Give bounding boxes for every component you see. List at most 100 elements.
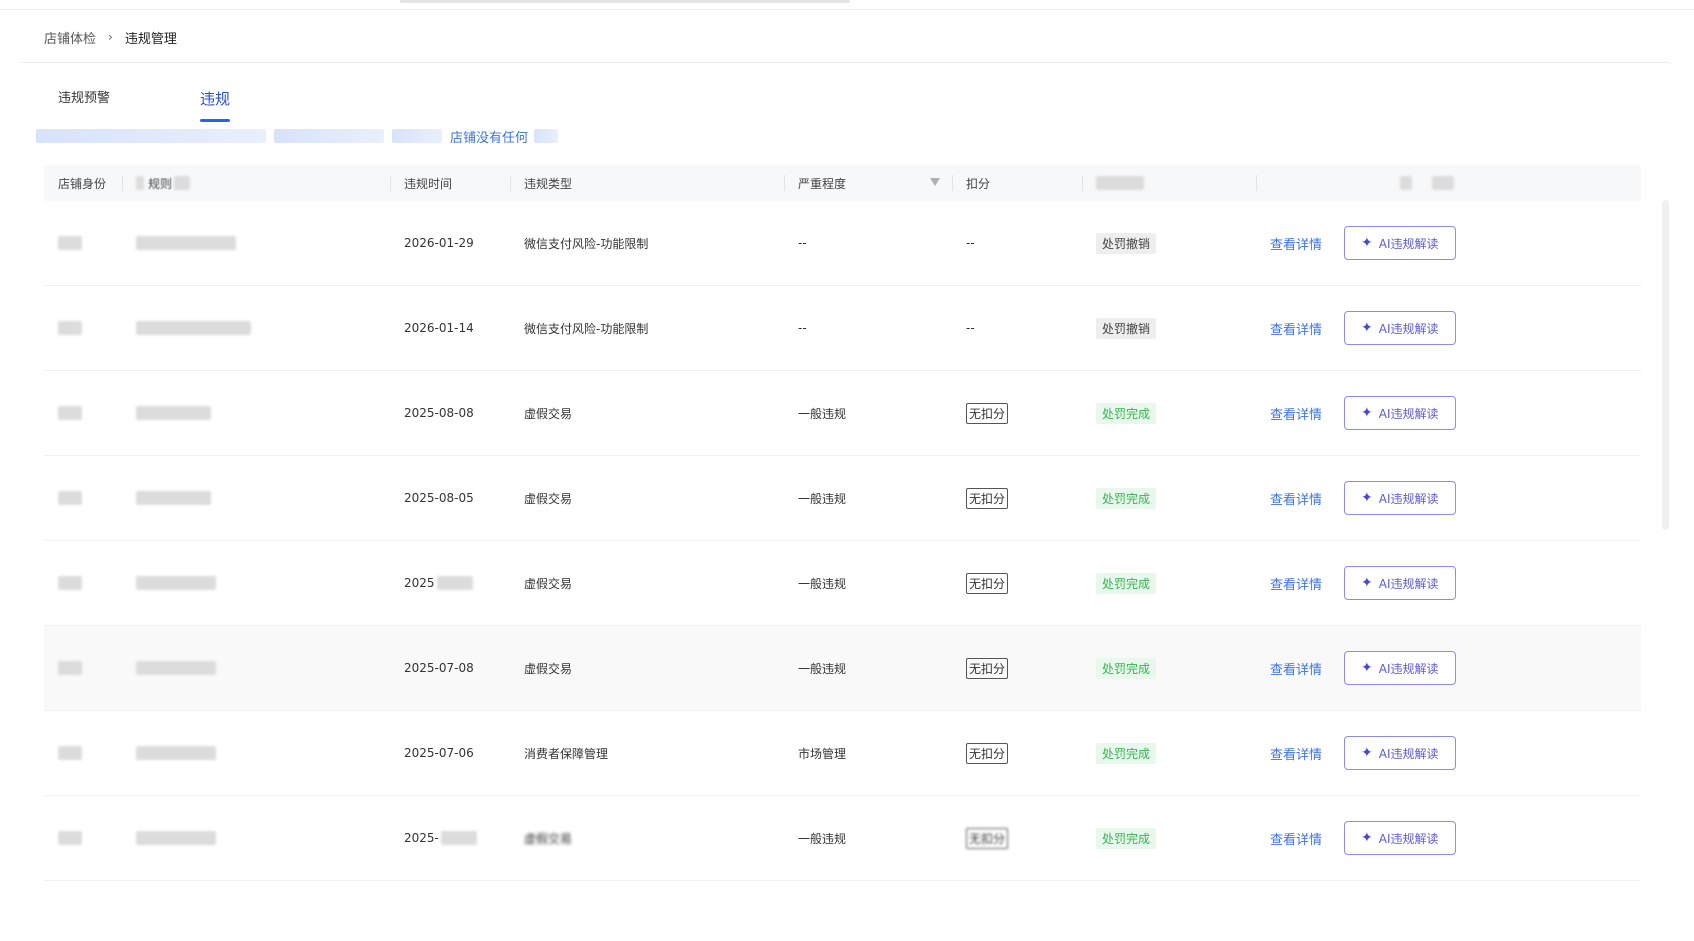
violation-time: 2025-08-05 [404, 491, 474, 505]
tab-bar: 违规预警 违规 [58, 86, 320, 122]
blurred-identity [58, 491, 82, 505]
score-badge: 无扣分 [966, 827, 1009, 849]
score-badge: 无扣分 [966, 402, 1009, 424]
blurred-rule-name [136, 661, 216, 675]
tab-violation-warning[interactable]: 违规预警 [58, 86, 110, 122]
breadcrumb-current: 违规管理 [124, 31, 177, 47]
col-header-actions [1256, 165, 1641, 201]
violation-type: 虚假交易 [524, 406, 573, 421]
sparkle-icon: ✦ [1361, 660, 1373, 676]
status-badge: 处罚完成 [1096, 402, 1157, 424]
sparkle-icon: ✦ [1361, 235, 1373, 251]
severity: 一般违规 [798, 491, 847, 506]
breadcrumb-parent-link[interactable]: 店铺体检 [44, 28, 96, 47]
table-header: 店铺身份 规则 违规时间 违规类型 严重程度 扣分 [44, 165, 1641, 201]
blurred-notice-text [36, 129, 266, 143]
severity: 一般违规 [798, 831, 847, 846]
view-detail-link[interactable]: 查看详情 [1270, 829, 1322, 848]
col-header-type: 违规类型 [510, 165, 784, 201]
severity: -- [798, 236, 807, 250]
sparkle-icon: ✦ [1361, 405, 1373, 421]
blurred-identity [58, 661, 82, 675]
top-bar [0, 0, 1694, 10]
ai-interpret-button[interactable]: ✦ AI违规解读 [1344, 821, 1456, 855]
col-header-severity[interactable]: 严重程度 [784, 165, 952, 201]
blurred-identity [58, 746, 82, 760]
ai-interpret-button[interactable]: ✦ AI违规解读 [1344, 736, 1456, 770]
violation-type: 虚假交易 [524, 831, 573, 846]
severity: 市场管理 [798, 746, 847, 761]
sparkle-icon: ✦ [1361, 490, 1373, 506]
notice-banner: 店铺没有任何 [36, 126, 606, 146]
violation-time: 2025-08-08 [404, 406, 474, 420]
blurred-identity [58, 406, 82, 420]
blurred-rule-name [136, 831, 216, 845]
view-detail-link[interactable]: 查看详情 [1270, 404, 1322, 423]
ai-interpret-button[interactable]: ✦ AI违规解读 [1344, 481, 1456, 515]
blurred-rule-name [136, 321, 251, 335]
view-detail-link[interactable]: 查看详情 [1270, 319, 1322, 338]
view-detail-link[interactable]: 查看详情 [1270, 574, 1322, 593]
blurred-header-text [174, 176, 191, 190]
blurred-rule-name [136, 406, 211, 420]
violation-time: 2026-01-14 [404, 321, 474, 335]
blurred-header-text [1400, 176, 1412, 190]
table-row: 2026-01-29 微信支付风险-功能限制 -- -- 处罚撤销 查看详情 ✦… [44, 201, 1641, 286]
score-badge: 无扣分 [966, 487, 1009, 509]
col-header-time: 违规时间 [390, 165, 510, 201]
blurred-rule-name [136, 576, 216, 590]
ai-interpret-button[interactable]: ✦ AI违规解读 [1344, 226, 1456, 260]
col-header-name: 规则 [122, 165, 390, 201]
violation-time: 2025-07-06 [404, 746, 474, 760]
table-row: 2025-07-06 消费者保障管理 市场管理 无扣分 处罚完成 查看详情 ✦ A… [44, 711, 1641, 796]
violation-type: 微信支付风险-功能限制 [524, 321, 649, 336]
view-detail-link[interactable]: 查看详情 [1270, 659, 1322, 678]
violation-time: 2025-07-08 [404, 661, 474, 675]
table-row: 2025- 虚假交易 一般违规 无扣分 处罚完成 查看详情 ✦ AI违规解读 [44, 796, 1641, 881]
sparkle-icon: ✦ [1361, 745, 1373, 761]
ai-interpret-button[interactable]: ✦ AI违规解读 [1344, 566, 1456, 600]
filter-icon[interactable] [930, 178, 940, 186]
status-badge: 处罚完成 [1096, 657, 1157, 679]
violation-table: 店铺身份 规则 违规时间 违规类型 严重程度 扣分 2026-01-29 微信支… [44, 165, 1641, 881]
blurred-identity [58, 236, 82, 250]
table-row: 2025-08-08 虚假交易 一般违规 无扣分 处罚完成 查看详情 ✦ AI违规… [44, 371, 1641, 456]
sparkle-icon: ✦ [1361, 830, 1373, 846]
blurred-notice-text [534, 129, 559, 143]
blurred-header-text [1432, 176, 1454, 190]
view-detail-link[interactable]: 查看详情 [1270, 744, 1322, 763]
violation-type: 虚假交易 [524, 491, 573, 506]
severity: -- [798, 321, 807, 335]
severity: 一般违规 [798, 406, 847, 421]
severity: 一般违规 [798, 661, 847, 676]
vertical-scrollbar[interactable] [1662, 200, 1669, 530]
ai-interpret-button[interactable]: ✦ AI违规解读 [1344, 396, 1456, 430]
blurred-rule-name [136, 746, 216, 760]
violation-type: 消费者保障管理 [524, 746, 609, 761]
col-header-score: 扣分 [952, 165, 1082, 201]
view-detail-link[interactable]: 查看详情 [1270, 234, 1322, 253]
score-badge: 无扣分 [966, 572, 1009, 594]
table-row: 2025-08-05 虚假交易 一般违规 无扣分 处罚完成 查看详情 ✦ AI违规… [44, 456, 1641, 541]
score-badge: 无扣分 [966, 657, 1009, 679]
ai-interpret-button[interactable]: ✦ AI违规解读 [1344, 311, 1456, 345]
violation-type: 微信支付风险-功能限制 [524, 236, 649, 251]
header-divider [20, 62, 1670, 63]
view-detail-link[interactable]: 查看详情 [1270, 489, 1322, 508]
ai-interpret-button[interactable]: ✦ AI违规解读 [1344, 651, 1456, 685]
blurred-rule-name [136, 491, 211, 505]
blurred-header-text [136, 176, 144, 190]
violation-time: 2026-01-29 [404, 236, 474, 250]
blurred-notice-text [392, 129, 442, 143]
col-header-status [1082, 165, 1256, 201]
status-badge: 处罚完成 [1096, 742, 1157, 764]
score: -- [966, 321, 975, 335]
col-header-identity: 店铺身份 [58, 176, 107, 191]
violation-time: 2025- [390, 796, 510, 881]
score-badge: 无扣分 [966, 742, 1009, 764]
status-badge: 处罚撤销 [1096, 232, 1157, 254]
tab-violation[interactable]: 违规 [200, 86, 231, 122]
violation-type: 虚假交易 [524, 661, 573, 676]
blurred-notice-text [274, 129, 384, 143]
blurred-identity [58, 831, 82, 845]
